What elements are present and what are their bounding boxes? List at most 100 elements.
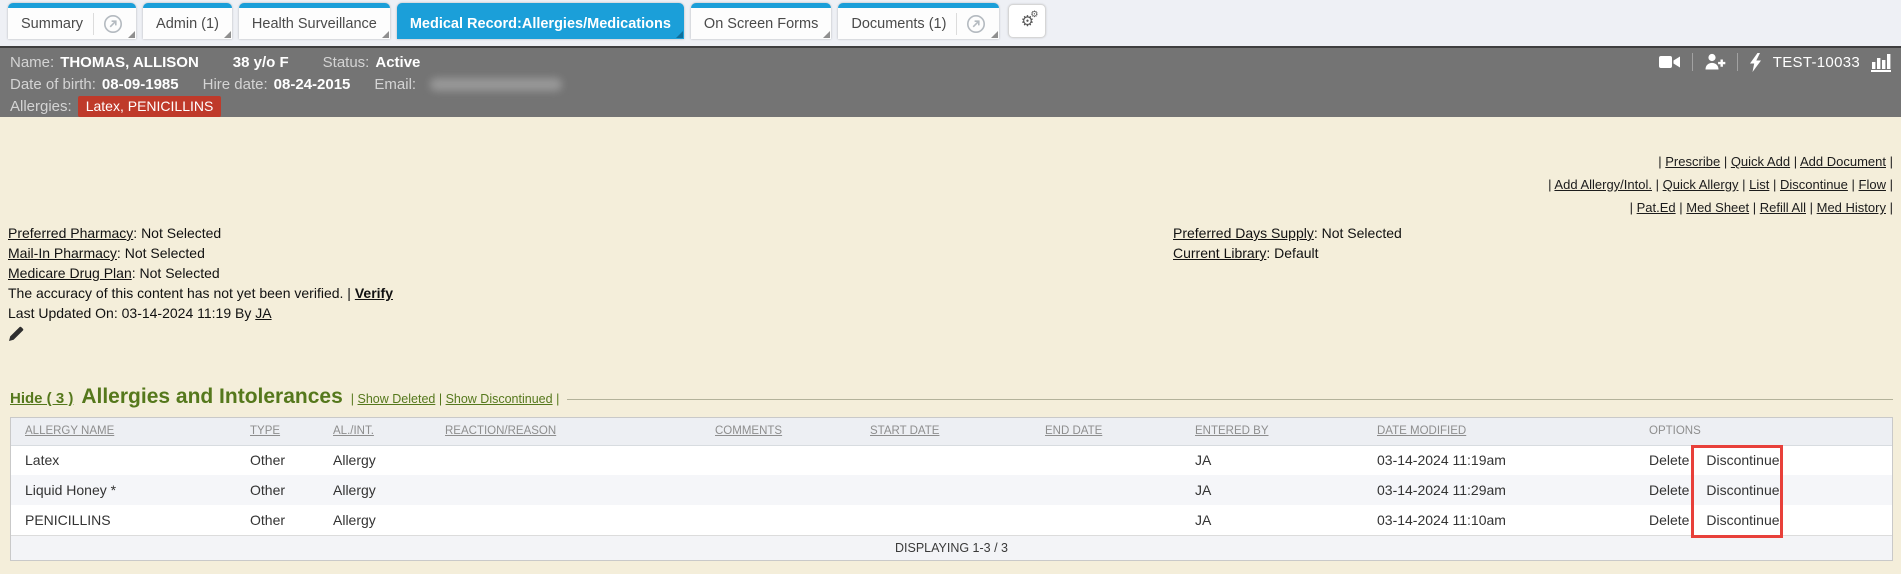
add-person-icon[interactable] [1704, 53, 1726, 71]
header-icon-cluster: TEST-10033 [1659, 53, 1891, 72]
entered-by-cell: JA [1181, 445, 1363, 475]
action-links-row-3: Pat.Ed Med Sheet Refill All Med History [1548, 196, 1893, 219]
tab-admin-label: Admin (1) [156, 16, 219, 32]
col-allergy-name[interactable]: ALLERGY NAME [25, 425, 114, 437]
email-redacted [430, 78, 562, 91]
col-reaction-reason[interactable]: REACTION/REASON [445, 425, 556, 437]
tab-divider [956, 13, 957, 35]
video-camera-icon[interactable] [1659, 54, 1681, 70]
patient-row-3: Allergies: Latex, PENICILLINS [10, 95, 1891, 117]
allergies-section-head: Hide ( 3 ) Allergies and Intolerances Sh… [10, 385, 1893, 409]
med-history-link[interactable]: Med History [1817, 200, 1886, 215]
list-link[interactable]: List [1749, 177, 1769, 192]
hire-date-value: 08-24-2015 [274, 76, 351, 93]
table-header-row: ALLERGY NAME TYPE AL./INT. REACTION/REAS… [11, 418, 1892, 445]
col-end-date[interactable]: END DATE [1045, 425, 1102, 437]
tab-summary-label: Summary [21, 16, 83, 32]
table-footer: DISPLAYING 1-3 / 3 [11, 535, 1892, 560]
col-comments[interactable]: COMMENTS [715, 425, 782, 437]
show-discontinued-link[interactable]: Show Discontinued [446, 392, 553, 406]
delete-row-link[interactable]: Delete [1649, 482, 1689, 498]
pat-ed-link[interactable]: Pat.Ed [1637, 200, 1676, 215]
popout-icon[interactable] [103, 14, 123, 34]
pencil-icon[interactable] [8, 326, 24, 342]
discontinue-link[interactable]: Discontinue [1780, 177, 1848, 192]
last-updated-by-link[interactable]: JA [255, 305, 271, 321]
tab-documents[interactable]: Documents (1) [838, 3, 999, 39]
comments-cell [701, 445, 856, 475]
prescribe-link[interactable]: Prescribe [1665, 154, 1720, 169]
medicare-drug-plan-link[interactable]: Medicare Drug Plan [8, 265, 132, 281]
show-deleted-link[interactable]: Show Deleted [358, 392, 436, 406]
medicare-drug-plan-value: Not Selected [140, 265, 220, 281]
entered-by-cell: JA [1181, 505, 1363, 535]
comments-cell [701, 475, 856, 505]
start-date-cell [856, 445, 1031, 475]
start-date-cell [856, 505, 1031, 535]
patient-header-bar: Name: THOMAS, ALLISON 38 y/o F Status: A… [0, 46, 1901, 117]
allergies-table: ALLERGY NAME TYPE AL./INT. REACTION/REAS… [11, 418, 1892, 535]
quick-allergy-link[interactable]: Quick Allergy [1663, 177, 1739, 192]
delete-row-link[interactable]: Delete [1649, 512, 1689, 528]
preferred-pharmacy-link[interactable]: Preferred Pharmacy [8, 225, 133, 241]
end-date-cell [1031, 445, 1181, 475]
tab-health-surveillance[interactable]: Health Surveillance [239, 3, 390, 39]
name-label: Name: [10, 54, 54, 71]
settings-button[interactable]: ⚙ ⚙ [1008, 4, 1046, 38]
accuracy-text: The accuracy of this content has not yet… [8, 285, 351, 301]
patient-id: TEST-10033 [1773, 54, 1860, 71]
patient-name: THOMAS, ALLISON [60, 54, 199, 71]
col-start-date[interactable]: START DATE [870, 425, 939, 437]
refill-all-link[interactable]: Refill All [1760, 200, 1806, 215]
pharmacy-info: Preferred Pharmacy Not Selected Mail-In P… [8, 223, 393, 323]
preferred-pharmacy-value: Not Selected [141, 225, 221, 241]
tab-admin[interactable]: Admin (1) [143, 3, 232, 39]
allergies-label: Allergies: [10, 98, 72, 115]
col-options: OPTIONS [1649, 425, 1701, 437]
hide-section-link[interactable]: Hide ( 3 ) [10, 390, 73, 407]
col-entered-by[interactable]: ENTERED BY [1195, 425, 1269, 437]
al-int-cell: Allergy [319, 505, 431, 535]
tab-summary[interactable]: Summary [8, 3, 136, 39]
type-cell: Other [236, 505, 319, 535]
add-allergy-intol-link[interactable]: Add Allergy/Intol. [1554, 177, 1652, 192]
show-links: Show Deleted Show Discontinued [351, 392, 560, 406]
type-cell: Other [236, 475, 319, 505]
allergy-badge: Latex, PENICILLINS [78, 96, 222, 117]
bar-chart-icon[interactable] [1871, 53, 1891, 72]
entered-by-cell: JA [1181, 475, 1363, 505]
lightning-icon[interactable] [1749, 53, 1762, 72]
dob-value: 08-09-1985 [102, 76, 179, 93]
allergy-name-cell: PENICILLINS [11, 505, 236, 535]
patient-row-2: Date of birth: 08-09-1985 Hire date: 08-… [10, 73, 1891, 95]
discontinue-row-link[interactable]: Discontinue [1706, 512, 1779, 528]
verify-link[interactable]: Verify [355, 285, 393, 301]
col-type[interactable]: TYPE [250, 425, 280, 437]
col-date-modified[interactable]: DATE MODIFIED [1377, 425, 1466, 437]
tab-on-screen-forms[interactable]: On Screen Forms [691, 3, 831, 39]
allergy-name-cell: Liquid Honey * [11, 475, 236, 505]
med-sheet-link[interactable]: Med Sheet [1686, 200, 1749, 215]
delete-row-link[interactable]: Delete [1649, 452, 1689, 468]
popout-icon[interactable] [966, 14, 986, 34]
last-updated-line: Last Updated On: 03-14-2024 11:19 By JA [8, 303, 393, 323]
last-updated-text: Last Updated On: 03-14-2024 11:19 By [8, 305, 251, 321]
heading-rule [567, 399, 1893, 400]
mail-in-pharmacy-link[interactable]: Mail-In Pharmacy [8, 245, 117, 261]
col-al-int[interactable]: AL./INT. [333, 425, 374, 437]
current-library-link[interactable]: Current Library [1173, 245, 1266, 261]
flow-link[interactable]: Flow [1859, 177, 1886, 192]
end-date-cell [1031, 505, 1181, 535]
supply-info: Preferred Days SupplyNot Selected Curren… [1173, 223, 1402, 263]
add-document-link[interactable]: Add Document [1800, 154, 1886, 169]
discontinue-row-link[interactable]: Discontinue [1706, 452, 1779, 468]
action-links: Prescribe Quick Add Add Document Add All… [1548, 150, 1893, 219]
allergy-name-cell: Latex [11, 445, 236, 475]
date-modified-cell: 03-14-2024 11:10am [1363, 505, 1646, 535]
preferred-days-supply-link[interactable]: Preferred Days Supply [1173, 225, 1314, 241]
tab-medical-record-allergies-medications[interactable]: Medical Record:Allergies/Medications [397, 3, 684, 39]
gear-small-icon: ⚙ [1030, 10, 1038, 19]
patient-row-1: Name: THOMAS, ALLISON 38 y/o F Status: A… [10, 51, 1891, 73]
quick-add-link[interactable]: Quick Add [1731, 154, 1790, 169]
discontinue-row-link[interactable]: Discontinue [1706, 482, 1779, 498]
